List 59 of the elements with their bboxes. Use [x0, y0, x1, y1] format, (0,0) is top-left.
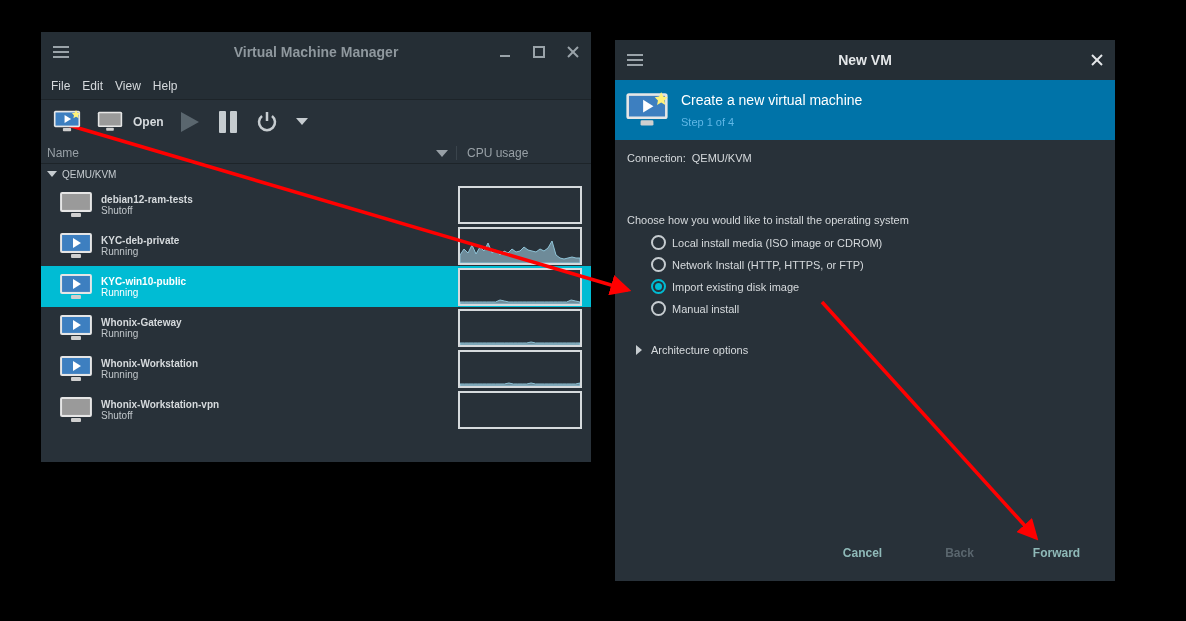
- caret-down-icon[interactable]: [293, 116, 310, 127]
- monitor-play-icon: [59, 313, 93, 342]
- monitor-icon: [97, 110, 123, 133]
- vm-status: Shutoff: [101, 204, 134, 216]
- radio-button[interactable]: [651, 279, 666, 294]
- install-prompt: Choose how you would like to install the operating system: [627, 214, 910, 226]
- radio-option[interactable]: Manual install: [651, 300, 1103, 317]
- vm-status: Running: [101, 286, 139, 298]
- radio-option[interactable]: Network Install (HTTP, HTTPS, or FTP): [651, 256, 1103, 273]
- connection-label: Connection: QEMU/KVM: [627, 152, 753, 164]
- menu-icon[interactable]: [51, 43, 71, 61]
- menu-item[interactable]: File: [45, 78, 77, 93]
- monitor-play-icon: [59, 231, 93, 260]
- vm-name: Whonix-Gateway: [101, 316, 183, 328]
- vm-status: Running: [101, 368, 140, 380]
- group-label: QEMU/KVM: [62, 168, 117, 180]
- vm-name: KYC-win10-public: [101, 275, 187, 287]
- maximize-icon[interactable]: [531, 44, 547, 60]
- radio-button[interactable]: [651, 235, 666, 250]
- vm-name: Whonix-Workstation: [101, 357, 200, 369]
- dialog-button[interactable]: Cancel: [814, 541, 911, 565]
- vm-list-row[interactable]: Whonix-Workstation-vpn Shutoff: [41, 389, 591, 430]
- radio-button[interactable]: [651, 257, 666, 272]
- menu-item[interactable]: View: [109, 78, 147, 93]
- monitor-icon: [59, 395, 93, 424]
- close-icon[interactable]: [1089, 52, 1105, 68]
- vm-status: Running: [101, 245, 139, 257]
- menu-item[interactable]: Help: [146, 78, 184, 93]
- menu-item[interactable]: Edit: [76, 78, 110, 93]
- open-button[interactable]: Open: [97, 110, 164, 133]
- vm-name: KYC-deb-private: [101, 234, 181, 246]
- vm-list-row[interactable]: KYC-deb-private Running: [41, 225, 591, 266]
- dialog-button[interactable]: Forward: [1008, 541, 1105, 565]
- monitor-play-icon: [59, 272, 93, 301]
- architecture-expander[interactable]: Architecture options: [635, 344, 1103, 356]
- header-title: Create a new virtual machine: [681, 92, 863, 108]
- window-title: Virtual Machine Manager: [233, 44, 399, 60]
- sort-caret-icon[interactable]: [436, 149, 448, 157]
- close-icon[interactable]: [565, 44, 581, 60]
- monitor-star-icon: [53, 110, 81, 133]
- radio-option[interactable]: Import existing disk image: [651, 278, 1103, 295]
- vm-name: debian12-ram-tests: [101, 193, 194, 205]
- radio-button[interactable]: [651, 301, 666, 316]
- vm-list-row[interactable]: Whonix-Gateway Running: [41, 307, 591, 348]
- vm-status: Running: [101, 327, 139, 339]
- monitor-icon: [59, 190, 93, 219]
- monitor-play-icon: [59, 354, 93, 383]
- vm-list-row[interactable]: Whonix-Workstation Running: [41, 348, 591, 389]
- vm-list-row[interactable]: debian12-ram-tests Shutoff: [41, 184, 591, 225]
- column-header[interactable]: Name: [41, 146, 79, 160]
- dialog-title: New VM: [838, 52, 892, 68]
- expander-icon[interactable]: [47, 169, 57, 179]
- radio-option[interactable]: Local install media (ISO image or CDROM): [651, 234, 1103, 251]
- step-label: Step 1 of 4: [681, 116, 736, 128]
- vm-status: Shutoff: [101, 409, 133, 421]
- column-header[interactable]: CPU usage: [456, 146, 591, 160]
- vm-name: Whonix-Workstation-vpn: [101, 398, 221, 410]
- monitor-star-icon: [625, 91, 669, 129]
- menu-icon[interactable]: [625, 51, 645, 69]
